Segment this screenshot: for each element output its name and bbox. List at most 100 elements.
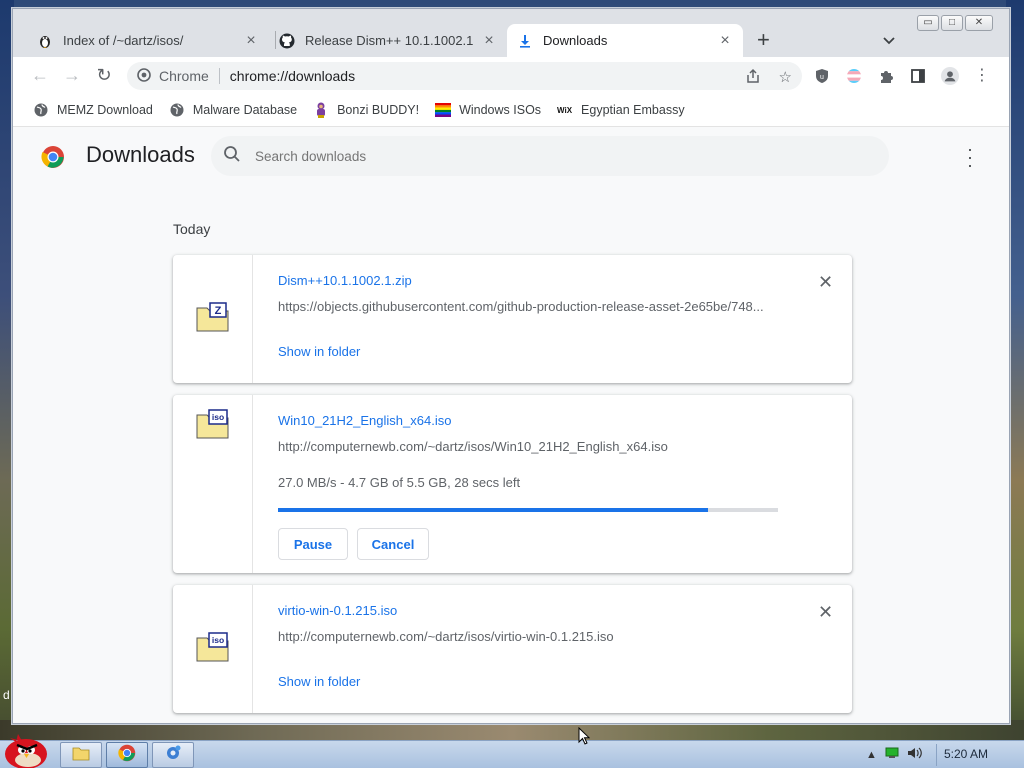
download-filename[interactable]: Win10_21H2_English_x64.iso	[278, 413, 451, 428]
wix-icon: WiX	[557, 102, 573, 118]
tab-index-isos[interactable]: Index of /~dartz/isos/ ×	[27, 24, 269, 57]
download-filename[interactable]: Dism++10.1.1002.1.zip	[278, 273, 412, 288]
omnibox-actions: ☆	[745, 68, 792, 88]
taskbar-chrome-button[interactable]	[106, 742, 148, 768]
bookmark-label: Bonzi BUDDY!	[337, 102, 420, 117]
forward-arrow-icon[interactable]: →	[61, 64, 83, 86]
volume-icon[interactable]	[907, 746, 923, 763]
tab-search-chevron-down-icon[interactable]	[883, 33, 895, 48]
back-arrow-icon[interactable]: ←	[29, 64, 51, 86]
bookmark-label: Malware Database	[192, 102, 298, 117]
chrome-logo-icon	[41, 145, 64, 168]
download-item-in-progress: iso Win10_21H2_English_x64.iso http://co…	[173, 395, 852, 573]
download-progress-bar	[278, 508, 778, 512]
taskbar: ▲ 5:20 AM	[0, 740, 1024, 768]
address-bar[interactable]: Chrome chrome://downloads ☆	[127, 62, 802, 90]
bookmark-windows-isos[interactable]: Windows ISOs	[435, 102, 541, 118]
iso-file-icon: iso	[196, 409, 230, 439]
download-icon	[517, 33, 533, 49]
bookmark-malware-database[interactable]: Malware Database	[169, 102, 297, 118]
downloads-page: Downloads ··· Today Z D	[13, 127, 1009, 723]
tab-dism-release[interactable]: Release Dism++ 10.1.1002.1 · Ch ×	[269, 24, 507, 57]
taskbar-settings-button[interactable]	[152, 742, 194, 768]
omnibox-divider	[218, 68, 220, 84]
close-icon[interactable]: ×	[243, 32, 259, 50]
share-icon[interactable]	[745, 68, 761, 88]
browser-window: ▭ □ ✕ Index of /~dartz/isos/ × Release D…	[12, 8, 1010, 724]
download-status: 27.0 MB/s - 4.7 GB of 5.5 GB, 28 secs le…	[278, 475, 521, 490]
tray-divider	[936, 744, 937, 766]
svg-text:WiX: WiX	[557, 106, 573, 115]
download-url[interactable]: https://objects.githubusercontent.com/gi…	[278, 299, 773, 314]
reload-icon[interactable]: ↻	[93, 64, 115, 86]
show-hidden-icons-up-arrow-icon[interactable]: ▲	[866, 749, 877, 761]
chrome-logo-icon	[118, 744, 136, 767]
tab-label: Index of /~dartz/isos/	[63, 33, 184, 48]
ublock-shield-icon[interactable]: u	[813, 67, 831, 85]
download-filename[interactable]: virtio-win-0.1.215.iso	[278, 603, 397, 618]
bookmark-memz[interactable]: MEMZ Download	[33, 102, 153, 118]
url-text[interactable]: chrome://downloads	[230, 68, 355, 84]
download-url[interactable]: http://computernewb.com/~dartz/isos/Win1…	[278, 439, 773, 454]
new-tab-button[interactable]: +	[757, 29, 770, 51]
remove-item-close-icon[interactable]: ✕	[818, 273, 833, 291]
github-icon	[279, 33, 295, 49]
trans-flag-extension-icon[interactable]	[845, 67, 863, 85]
bookmark-label: Egyptian Embassy	[581, 102, 685, 117]
search-input[interactable]	[255, 148, 855, 164]
bookmark-bonzi-buddy[interactable]: Bonzi BUDDY!	[313, 102, 419, 118]
close-icon[interactable]: ×	[717, 32, 733, 50]
tab-downloads[interactable]: Downloads ×	[507, 24, 743, 57]
site-label: Chrome	[159, 68, 209, 84]
browser-menu-kebab-icon[interactable]: ⋮	[973, 67, 991, 85]
globe-icon	[33, 102, 49, 118]
show-in-folder-link[interactable]: Show in folder	[278, 674, 360, 689]
download-item: iso virtio-win-0.1.215.iso http://comput…	[173, 585, 852, 713]
file-icon-column: Z	[173, 255, 253, 383]
profile-avatar-icon[interactable]	[941, 67, 959, 85]
globe-icon	[169, 102, 185, 118]
search-downloads-bar[interactable]	[211, 136, 889, 176]
file-icon-column: iso	[173, 585, 253, 713]
close-icon[interactable]: ×	[481, 32, 497, 50]
browser-toolbar: ← → ↻ Chrome chrome://downloads ☆ u ⋮	[13, 57, 1009, 93]
extension-icons: u ⋮	[813, 67, 991, 85]
taskbar-clock[interactable]: 5:20 AM	[944, 747, 988, 761]
pause-button[interactable]: Pause	[278, 528, 348, 560]
folder-icon	[72, 745, 90, 766]
window-controls: ▭ □ ✕	[917, 15, 993, 31]
progress-fill	[278, 508, 708, 512]
start-button-angry-bird-icon[interactable]	[2, 730, 48, 768]
svg-text:iso: iso	[212, 635, 224, 645]
svg-text:iso: iso	[212, 412, 224, 422]
show-in-folder-link[interactable]: Show in folder	[278, 344, 360, 359]
file-icon-column: iso	[173, 395, 253, 573]
maximize-button[interactable]: □	[941, 15, 963, 31]
system-tray: ▲	[866, 746, 923, 763]
network-icon[interactable]	[885, 747, 899, 762]
side-panel-icon[interactable]	[909, 67, 927, 85]
bookmark-label: MEMZ Download	[57, 102, 153, 117]
iso-file-icon: iso	[196, 632, 230, 662]
rainbow-flag-icon	[435, 102, 452, 118]
downloads-header: Downloads ···	[13, 127, 1009, 187]
taskbar-explorer-button[interactable]	[60, 742, 102, 768]
bookmark-star-icon[interactable]: ☆	[779, 68, 792, 88]
page-title: Downloads	[86, 142, 195, 167]
minimize-button[interactable]: ▭	[917, 15, 939, 31]
cancel-button[interactable]: Cancel	[357, 528, 429, 560]
remove-item-close-icon[interactable]: ✕	[818, 603, 833, 621]
svg-text:Z: Z	[215, 305, 222, 317]
bookmark-label: Windows ISOs	[459, 102, 542, 117]
bookmark-egyptian-embassy[interactable]: WiX Egyptian Embassy	[557, 102, 685, 118]
bookmarks-bar: MEMZ Download Malware Database Bonzi BUD…	[13, 93, 1009, 127]
zip-file-icon: Z	[196, 302, 230, 332]
close-window-button[interactable]: ✕	[965, 15, 993, 31]
mouse-cursor-icon	[578, 726, 591, 745]
penguin-icon	[37, 33, 53, 49]
extensions-puzzle-icon[interactable]	[877, 67, 895, 85]
bonzi-icon	[313, 102, 329, 118]
downloads-menu-kebab-icon[interactable]: · · ·	[967, 140, 973, 174]
chrome-page-icon	[137, 67, 151, 85]
download-url[interactable]: http://computernewb.com/~dartz/isos/virt…	[278, 629, 773, 644]
